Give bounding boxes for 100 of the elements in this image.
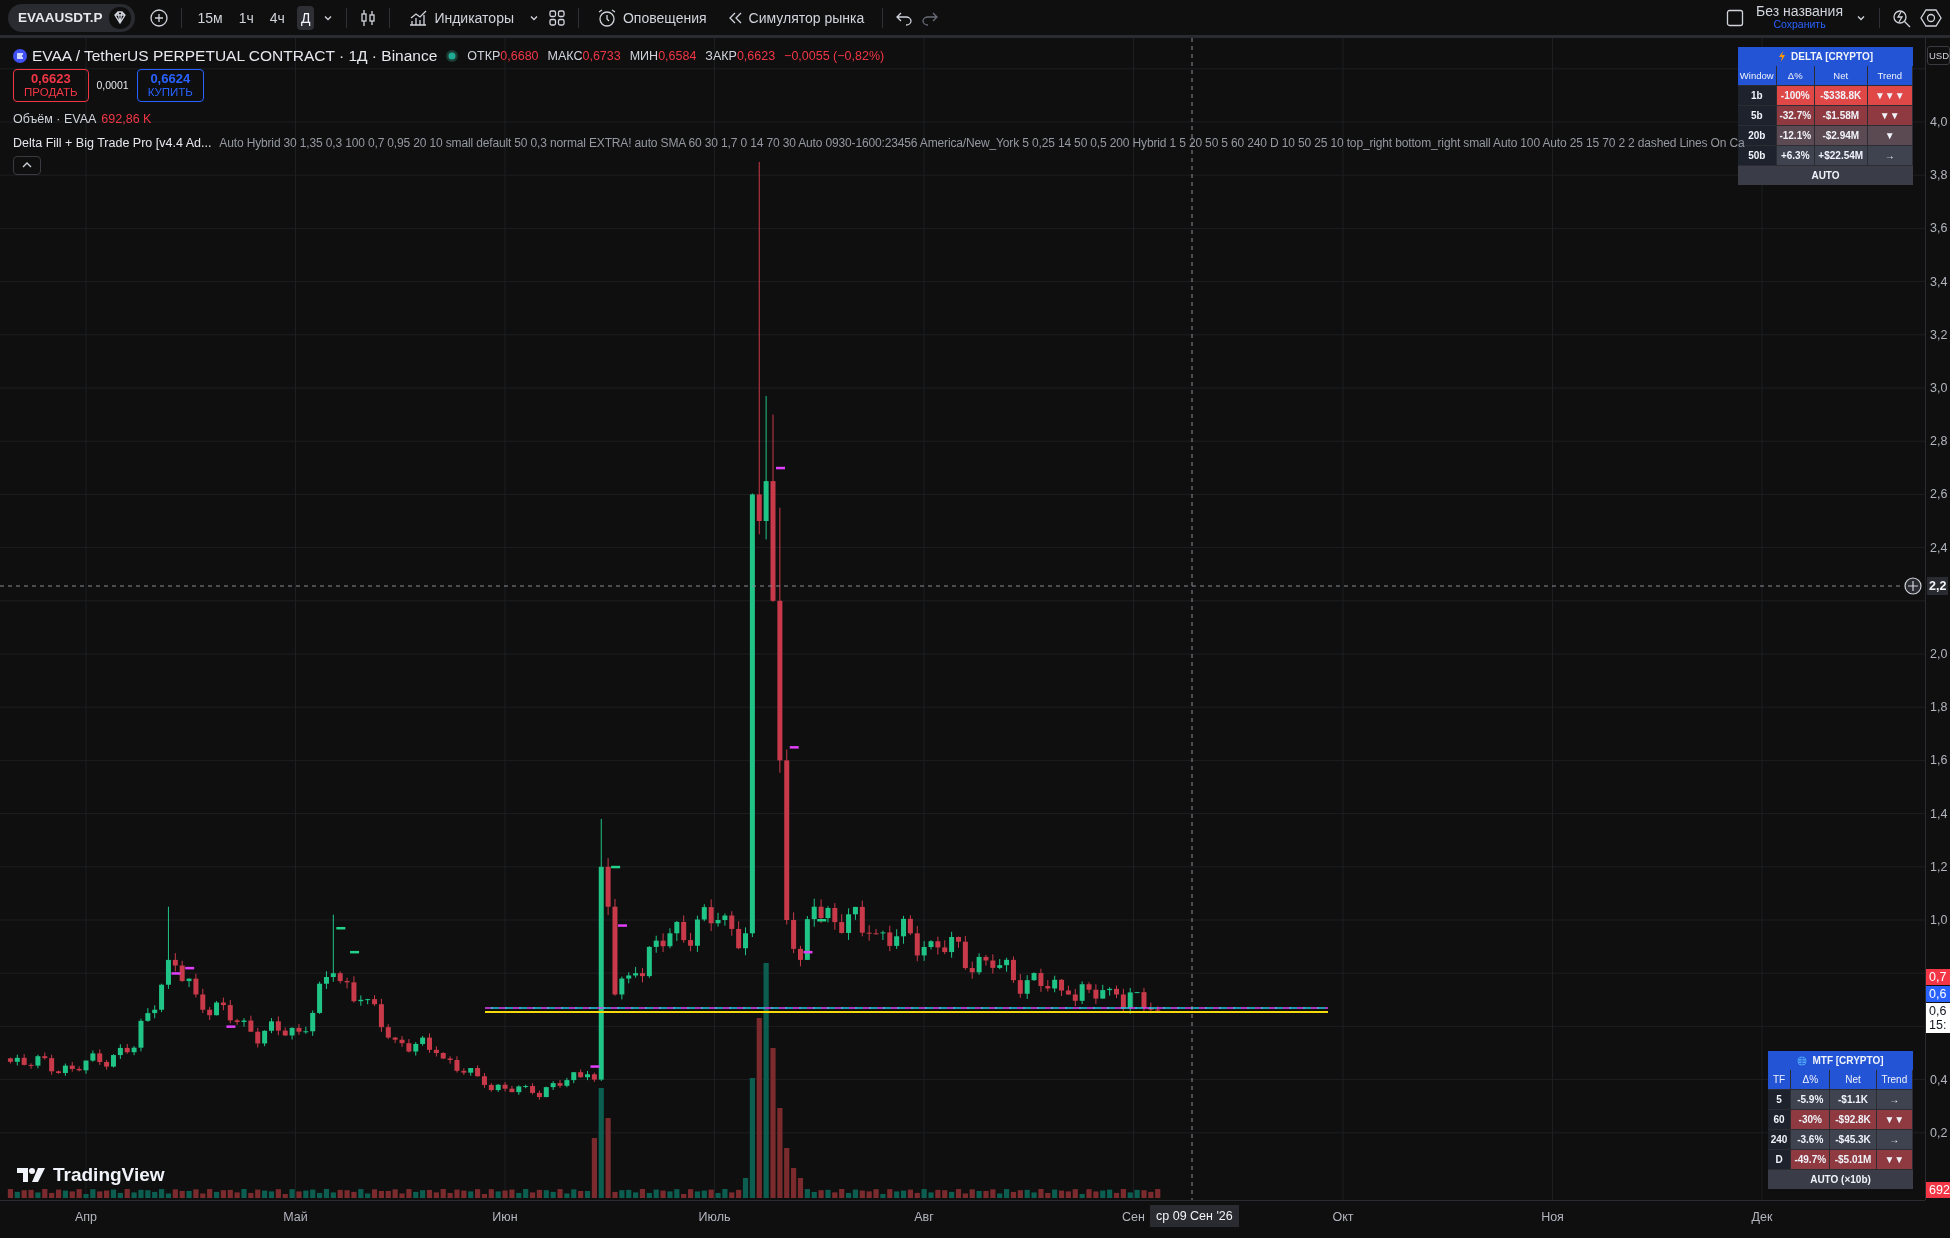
table-footer: AUTO (1738, 166, 1913, 185)
indicator-name[interactable]: Delta Fill + Big Trade Pro [v4.4 Ad... (13, 135, 212, 150)
volume-value: 692,86 K (101, 111, 152, 126)
price-label: 0,7 (1926, 969, 1950, 985)
column-header: Net (1830, 1070, 1877, 1090)
price-tick: 2,6 (1930, 487, 1948, 502)
column-header: Trend (1876, 1070, 1913, 1090)
table-cell: ▼▼ (1867, 106, 1913, 126)
spread-value: 0,0001 (96, 79, 129, 92)
table-cell: 5 (1768, 1090, 1792, 1110)
price-tick: 1,8 (1930, 700, 1948, 715)
table-cell: ▼▼ (1876, 1110, 1913, 1130)
month-label: Июль (697, 1210, 732, 1224)
table-cell: -$338.8K (1815, 86, 1868, 106)
month-label: Дек (1750, 1210, 1774, 1224)
ohlc-value: 0,6680 (500, 49, 539, 63)
table-cell: -$5.01M (1830, 1150, 1877, 1170)
interval-tab[interactable]: Д (296, 5, 315, 30)
table-cell: -5.9% (1791, 1090, 1831, 1110)
price-tick: 3,4 (1930, 274, 1948, 289)
symbol-title[interactable]: EVAA / TetherUS PERPETUAL CONTRACT · 1Д · Binance (32, 47, 438, 65)
currency-button[interactable]: USD (1927, 46, 1950, 65)
table-cell: → (1867, 146, 1913, 166)
column-header: Δ% (1776, 66, 1815, 86)
interval-tab[interactable]: 1ч (234, 5, 258, 30)
price-tick: 3,0 (1930, 381, 1948, 395)
table-cell: 50b (1738, 146, 1777, 166)
column-header: Trend (1867, 66, 1913, 86)
price-tick: 1,0 (1930, 913, 1948, 927)
price-tick: 3,6 (1930, 221, 1948, 236)
table-cell: 60 (1768, 1110, 1792, 1130)
table-cell: 1b (1738, 86, 1777, 106)
table-title: MTF [CRYPTO] (1768, 1051, 1913, 1070)
layout-button[interactable]: Без названия Сохранить (1752, 4, 1847, 31)
column-header: Net (1815, 66, 1868, 86)
column-header: Δ% (1791, 1070, 1831, 1090)
table-cell: 240 (1768, 1130, 1792, 1150)
month-label: Авг (913, 1210, 935, 1224)
column-header: TF (1768, 1070, 1792, 1090)
table-cell: -$45.3K (1830, 1130, 1877, 1150)
ohlc-label: МАКС (547, 49, 583, 63)
crosshair-date-label: ср 09 Сен '26 (1150, 1205, 1239, 1227)
ohlc-label: ЗАКР (705, 49, 737, 63)
table-cell: -100% (1776, 86, 1815, 106)
table-cell: -$1.58M (1815, 106, 1868, 126)
table-cell: -32.7% (1776, 106, 1815, 126)
table-cell: +$22.54M (1815, 146, 1868, 166)
ohlc-label: МИН (629, 49, 659, 63)
ohlc-value: 0,6584 (658, 49, 697, 63)
crosshair-price-label: 2,2 (1927, 577, 1949, 595)
price-tick: 1,6 (1930, 753, 1948, 768)
price-tick: 2,0 (1930, 647, 1948, 661)
brand-logo[interactable]: TradingView (17, 1164, 165, 1186)
price-label: 0,6 (1926, 986, 1950, 1002)
table-cell: +6.3% (1776, 146, 1815, 166)
table-cell: D (1768, 1150, 1792, 1170)
month-label: Ноя (1540, 1210, 1565, 1224)
price-label: 692 (1926, 1182, 1950, 1198)
price-tick: 4,0 (1930, 115, 1948, 129)
sell-button[interactable]: 0,6623 ПРОДАТЬ (13, 69, 89, 102)
price-tick: 3,8 (1930, 168, 1948, 183)
interval-tab[interactable]: 4ч (265, 5, 289, 30)
ohlc-label: ОТКР (467, 49, 501, 63)
table-cell: ▼▼▼ (1867, 86, 1913, 106)
price-tick: 0,4 (1930, 1072, 1948, 1087)
table-cell: -$2.94M (1815, 126, 1868, 146)
buy-button[interactable]: 0,6624 КУПИТЬ (136, 69, 204, 102)
table-title: DELTA [CRYPTO] (1738, 47, 1913, 66)
price-tick: 1,2 (1930, 859, 1948, 874)
table-cell: ▼▼ (1876, 1150, 1913, 1170)
table-cell: -30% (1791, 1110, 1831, 1130)
indicators-button[interactable]: Индикаторы (402, 6, 520, 29)
price-tick: 2,8 (1930, 434, 1948, 449)
table-cell: -49.7% (1791, 1150, 1831, 1170)
interval-tab[interactable]: 15м (193, 5, 227, 30)
price-tick: 1,4 (1930, 806, 1948, 821)
month-label: Июн (491, 1210, 519, 1224)
ohlc-value: 0,6733 (582, 49, 621, 63)
month-label: Сен (1121, 1210, 1146, 1224)
symbol-search[interactable]: EVAAUSDT.P (8, 3, 135, 32)
column-header: Window (1738, 66, 1777, 86)
volume-label[interactable]: Объём · EVAA (13, 111, 97, 126)
replay-button[interactable]: Симулятор рынка (720, 7, 871, 28)
alerts-button[interactable]: Оповещения (591, 5, 713, 30)
table-cell: → (1876, 1090, 1913, 1110)
table-cell: 5b (1738, 106, 1777, 126)
table-cell: → (1876, 1130, 1913, 1150)
table-cell: -$1.1K (1830, 1090, 1877, 1110)
table-cell: -12.1% (1776, 126, 1815, 146)
table-cell: ▼ (1867, 126, 1913, 146)
price-tick: 3,2 (1930, 327, 1948, 342)
table-cell: -3.6% (1791, 1130, 1831, 1150)
price-change: −0,0055 (−0,82%) (784, 49, 885, 63)
symbol-name[interactable]: EVAAUSDT.P (18, 10, 103, 25)
month-label: Май (282, 1210, 309, 1224)
table-footer: AUTO (×10b) (1768, 1170, 1913, 1189)
table-cell: -$92.8K (1830, 1110, 1877, 1130)
ohlc-value: 0,6623 (736, 49, 776, 63)
month-label: Апр (73, 1210, 99, 1224)
price-label: 0,6 15: (1926, 1003, 1950, 1033)
